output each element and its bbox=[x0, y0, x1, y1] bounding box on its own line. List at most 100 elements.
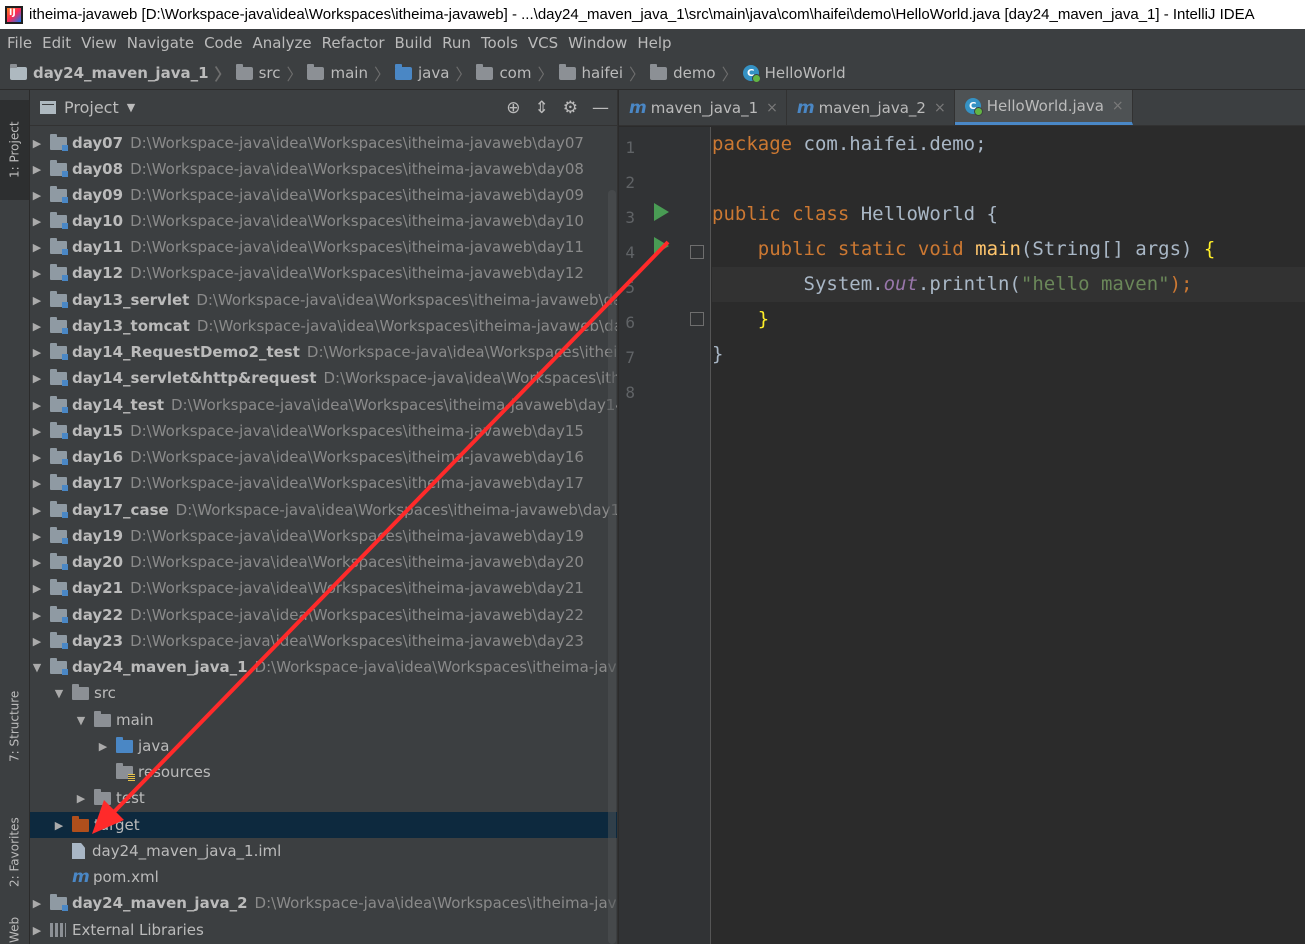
project-tree-scrollbar[interactable] bbox=[608, 190, 616, 944]
tree-node-target[interactable]: ▶ target bbox=[30, 812, 617, 838]
tree-node-day17[interactable]: ▶ day17 D:\Workspace-java\idea\Workspaces\… bbox=[30, 470, 617, 496]
fold-icon[interactable] bbox=[690, 312, 704, 326]
chevron-down-icon[interactable]: ▼ bbox=[127, 101, 135, 114]
tree-node-day13-servlet[interactable]: ▶ day13_servlet D:\Workspace-java\idea\Wor… bbox=[30, 287, 617, 313]
tree-node-day11[interactable]: ▶ day11 D:\Workspace-java\idea\Workspaces\… bbox=[30, 234, 617, 260]
expand-arrow-icon[interactable]: ▶ bbox=[30, 137, 44, 150]
tree-node-day13-tomcat[interactable]: ▶ day13_tomcat D:\Workspace-java\idea\Work… bbox=[30, 313, 617, 339]
tree-node-day14-test[interactable]: ▶ day14_test D:\Workspace-java\idea\Worksp… bbox=[30, 392, 617, 418]
breadcrumb-com[interactable]: com 〉 bbox=[476, 61, 558, 85]
breadcrumb-main[interactable]: main 〉 bbox=[307, 61, 395, 85]
favorites-tool-window-button[interactable]: 2: Favorites bbox=[0, 802, 29, 902]
tab-helloworld-java[interactable]: C HelloWorld.java × bbox=[954, 90, 1133, 125]
tree-node-main[interactable]: ▼ main bbox=[30, 707, 617, 733]
tree-node-pom-xml[interactable]: m pom.xml bbox=[30, 864, 617, 890]
expand-arrow-icon[interactable]: ▶ bbox=[30, 267, 44, 280]
code-area[interactable]: package com.haifei.demo; public class He… bbox=[712, 127, 1305, 944]
breadcrumb-haifei[interactable]: haifei 〉 bbox=[558, 61, 651, 85]
menu-build[interactable]: Build bbox=[390, 34, 438, 52]
menu-code[interactable]: Code bbox=[199, 34, 247, 52]
project-view-selector[interactable]: Project bbox=[64, 98, 119, 117]
menu-view[interactable]: View bbox=[76, 34, 122, 52]
expand-arrow-icon[interactable]: ▶ bbox=[30, 294, 44, 307]
scroll-from-source-icon[interactable]: ⊕ bbox=[506, 98, 520, 118]
tree-node-test[interactable]: ▶ test bbox=[30, 785, 617, 811]
expand-arrow-icon[interactable]: ▶ bbox=[30, 346, 44, 359]
menu-analyze[interactable]: Analyze bbox=[247, 34, 316, 52]
expand-arrow-icon[interactable]: ▶ bbox=[74, 792, 88, 805]
expand-arrow-icon[interactable]: ▶ bbox=[30, 582, 44, 595]
expand-arrow-icon[interactable]: ▶ bbox=[30, 451, 44, 464]
expand-arrow-icon[interactable]: ▶ bbox=[30, 241, 44, 254]
menu-navigate[interactable]: Navigate bbox=[122, 34, 199, 52]
expand-arrow-icon[interactable]: ▶ bbox=[30, 163, 44, 176]
breadcrumb-src[interactable]: src 〉 bbox=[235, 61, 308, 85]
expand-arrow-icon[interactable]: ▶ bbox=[30, 372, 44, 385]
tree-node-day17-case[interactable]: ▶ day17_case D:\Workspace-java\idea\Worksp… bbox=[30, 497, 617, 523]
tab-maven-java-2[interactable]: m maven_java_2 × bbox=[787, 90, 955, 125]
expand-arrow-icon[interactable]: ▶ bbox=[30, 609, 44, 622]
breadcrumb-java[interactable]: java 〉 bbox=[394, 61, 476, 85]
expand-arrow-icon[interactable]: ▶ bbox=[30, 425, 44, 438]
tree-node-day14-servlet-http-request[interactable]: ▶ day14_servlet&http&request D:\Workspace-… bbox=[30, 365, 617, 391]
menu-vcs[interactable]: VCS bbox=[523, 34, 563, 52]
breadcrumb-project[interactable]: day24_maven_java_1 〉 bbox=[10, 61, 236, 85]
menu-refactor[interactable]: Refactor bbox=[317, 34, 390, 52]
tree-node-day09[interactable]: ▶ day09 D:\Workspace-java\idea\Workspaces\… bbox=[30, 182, 617, 208]
expand-arrow-icon[interactable]: ▶ bbox=[30, 530, 44, 543]
run-main-icon[interactable] bbox=[654, 237, 669, 255]
expand-arrow-icon[interactable]: ▶ bbox=[30, 924, 44, 937]
tree-node-iml-file[interactable]: day24_maven_java_1.iml bbox=[30, 838, 617, 864]
project-tool-window-button[interactable]: 1: Project bbox=[0, 100, 29, 200]
tree-node-day21[interactable]: ▶ day21 D:\Workspace-java\idea\Workspaces\… bbox=[30, 575, 617, 601]
tree-node-external-libraries[interactable]: ▶ External Libraries bbox=[30, 917, 617, 943]
tree-node-day08[interactable]: ▶ day08 D:\Workspace-java\idea\Workspaces\… bbox=[30, 156, 617, 182]
tab-maven-java-1[interactable]: m maven_java_1 × bbox=[619, 90, 787, 125]
tree-node-java[interactable]: ▶ java bbox=[30, 733, 617, 759]
breadcrumb-helloworld[interactable]: C HelloWorld bbox=[742, 64, 846, 83]
tree-node-day12[interactable]: ▶ day12 D:\Workspace-java\idea\Workspaces\… bbox=[30, 260, 617, 286]
expand-arrow-icon[interactable]: ▶ bbox=[30, 399, 44, 412]
menu-help[interactable]: Help bbox=[632, 34, 676, 52]
expand-arrow-icon[interactable]: ▶ bbox=[30, 189, 44, 202]
expand-arrow-icon[interactable]: ▶ bbox=[30, 635, 44, 648]
expand-arrow-icon[interactable]: ▶ bbox=[30, 556, 44, 569]
tree-node-day20[interactable]: ▶ day20 D:\Workspace-java\idea\Workspaces\… bbox=[30, 549, 617, 575]
expand-arrow-icon[interactable]: ▶ bbox=[30, 897, 44, 910]
expand-arrow-icon[interactable]: ▶ bbox=[30, 504, 44, 517]
tree-node-src[interactable]: ▼ src bbox=[30, 680, 617, 706]
menu-tools[interactable]: Tools bbox=[476, 34, 523, 52]
close-icon[interactable]: × bbox=[1112, 98, 1124, 114]
tree-node-day24-maven-java-2[interactable]: ▶ day24_maven_java_2 D:\Workspace-java\ide… bbox=[30, 890, 617, 916]
fold-icon[interactable] bbox=[690, 245, 704, 259]
run-class-icon[interactable] bbox=[654, 203, 669, 221]
tree-node-day23[interactable]: ▶ day23 D:\Workspace-java\idea\Workspaces\… bbox=[30, 628, 617, 654]
close-icon[interactable]: × bbox=[766, 100, 778, 116]
collapse-arrow-icon[interactable]: ▼ bbox=[30, 661, 44, 674]
collapse-all-icon[interactable]: ⇕ bbox=[535, 98, 549, 118]
tree-node-day16[interactable]: ▶ day16 D:\Workspace-java\idea\Workspaces\… bbox=[30, 444, 617, 470]
tree-node-day19[interactable]: ▶ day19 D:\Workspace-java\idea\Workspaces\… bbox=[30, 523, 617, 549]
tree-node-day15[interactable]: ▶ day15 D:\Workspace-java\idea\Workspaces\… bbox=[30, 418, 617, 444]
expand-arrow-icon[interactable]: ▶ bbox=[30, 215, 44, 228]
close-icon[interactable]: × bbox=[934, 100, 946, 116]
tree-node-day10[interactable]: ▶ day10 D:\Workspace-java\idea\Workspaces\… bbox=[30, 208, 617, 234]
breadcrumb-demo[interactable]: demo 〉 bbox=[650, 61, 743, 85]
tree-node-resources[interactable]: resources bbox=[30, 759, 617, 785]
expand-arrow-icon[interactable]: ▶ bbox=[30, 320, 44, 333]
tree-node-day24-maven-java-1[interactable]: ▼ day24_maven_java_1 D:\Workspace-java\ide… bbox=[30, 654, 617, 680]
expand-arrow-icon[interactable]: ▶ bbox=[52, 819, 66, 832]
expand-arrow-icon[interactable]: ▶ bbox=[96, 740, 110, 753]
tree-node-day07[interactable]: ▶ day07 D:\Workspace-java\idea\Workspaces\… bbox=[30, 130, 617, 156]
menu-file[interactable]: File bbox=[2, 34, 37, 52]
hide-panel-icon[interactable]: — bbox=[592, 98, 609, 118]
collapse-arrow-icon[interactable]: ▼ bbox=[52, 687, 66, 700]
menu-window[interactable]: Window bbox=[563, 34, 632, 52]
menu-run[interactable]: Run bbox=[437, 34, 476, 52]
menu-edit[interactable]: Edit bbox=[37, 34, 76, 52]
gear-icon[interactable]: ⚙ bbox=[563, 98, 578, 118]
structure-tool-window-button[interactable]: 7: Structure bbox=[0, 676, 29, 776]
editor-gutter[interactable]: 1 2 3 4 5 6 7 8 bbox=[619, 127, 711, 944]
web-tool-window-button[interactable]: Web bbox=[0, 916, 29, 944]
expand-arrow-icon[interactable]: ▶ bbox=[30, 477, 44, 490]
